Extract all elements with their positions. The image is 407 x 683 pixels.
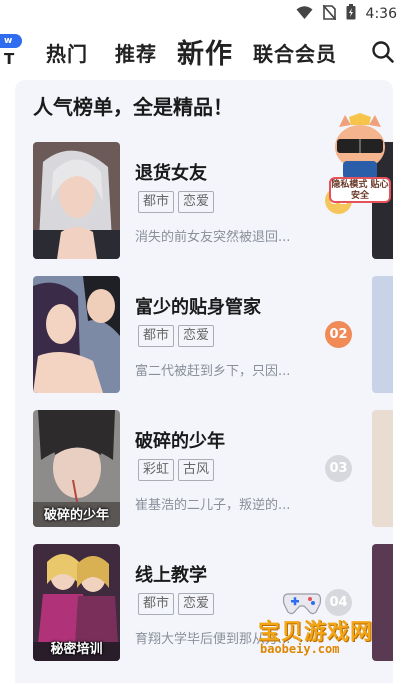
tag[interactable]: 都市 — [138, 325, 175, 347]
cover-image[interactable] — [33, 276, 120, 393]
cover-image[interactable]: 破碎的少年 — [33, 410, 120, 527]
tab-new[interactable]: 新作 — [177, 32, 233, 71]
tag[interactable]: 恋爱 — [178, 325, 215, 347]
rank-badge: 02 — [325, 321, 352, 348]
top-nav: w T 热门 推荐 新作 联合会员 — [0, 26, 407, 78]
tag[interactable]: 都市 — [138, 191, 175, 213]
tag-list: 都市 恋爱 — [138, 325, 215, 347]
cover-caption: 破碎的少年 — [43, 508, 109, 523]
cover-image[interactable]: 秘密培训 — [33, 544, 120, 661]
cover-caption: 秘密培训 — [50, 642, 103, 657]
tab-hot[interactable]: 热门 — [46, 38, 88, 67]
item-description: 富二代被赶到乡下，只因... — [135, 364, 291, 379]
item-description: 崔基浩的二儿子，叛逆的... — [135, 498, 291, 513]
list-item[interactable]: 富少的贴身管家 都市 恋爱 富二代被赶到乡下，只因... 02 — [15, 276, 393, 394]
list-item[interactable]: 破碎的少年 破碎的少年 彩虹 古风 崔基浩的二儿子，叛逆的... 03 — [15, 410, 393, 528]
item-title[interactable]: 退货女友 — [135, 159, 207, 185]
tag[interactable]: 古风 — [178, 459, 215, 481]
panel-title: 人气榜单，全是精品！ — [33, 95, 233, 119]
tag[interactable]: 都市 — [138, 593, 175, 615]
cover-image[interactable] — [33, 142, 120, 259]
status-time: 4:36 — [365, 6, 397, 22]
app-logo[interactable]: w T — [0, 34, 22, 68]
item-title[interactable]: 破碎的少年 — [135, 427, 225, 453]
site-watermark: 宝贝游戏网 baobeiy.com — [240, 590, 405, 665]
tag[interactable]: 恋爱 — [178, 191, 215, 213]
wifi-icon — [296, 5, 313, 24]
tab-recommend[interactable]: 推荐 — [115, 38, 157, 67]
logo-fragment-top: w — [0, 34, 22, 48]
status-bar: 4:36 — [0, 0, 407, 26]
item-title[interactable]: 线上教学 — [135, 561, 207, 587]
gamepad-icon — [282, 593, 322, 615]
tab-joint-membership[interactable]: 联合会员 — [253, 38, 337, 67]
tag[interactable]: 恋爱 — [178, 593, 215, 615]
tag[interactable]: 彩虹 — [138, 459, 175, 481]
watermark-url: baobeiy.com — [260, 642, 340, 656]
status-icons: 4:36 — [296, 3, 397, 24]
privacy-mode-label: 隐私模式 贴心安全 — [329, 177, 391, 203]
rank-badge: 03 — [325, 455, 352, 482]
tag-list: 都市 恋爱 — [138, 191, 215, 213]
search-icon[interactable] — [371, 40, 395, 64]
item-description: 消失的前女友突然被退回... — [135, 230, 291, 245]
privacy-mode-badge[interactable]: 隐私模式 贴心安全 — [325, 113, 395, 208]
next-cover-peek — [372, 410, 393, 527]
battery-icon — [346, 4, 356, 24]
next-cover-peek — [372, 276, 393, 393]
no-sim-icon — [321, 3, 337, 24]
tag-list: 彩虹 古风 — [138, 459, 215, 481]
mascot-icon — [335, 113, 385, 179]
item-title[interactable]: 富少的贴身管家 — [135, 293, 261, 319]
logo-fragment-bottom: T — [4, 50, 15, 68]
tag-list: 都市 恋爱 — [138, 593, 215, 615]
